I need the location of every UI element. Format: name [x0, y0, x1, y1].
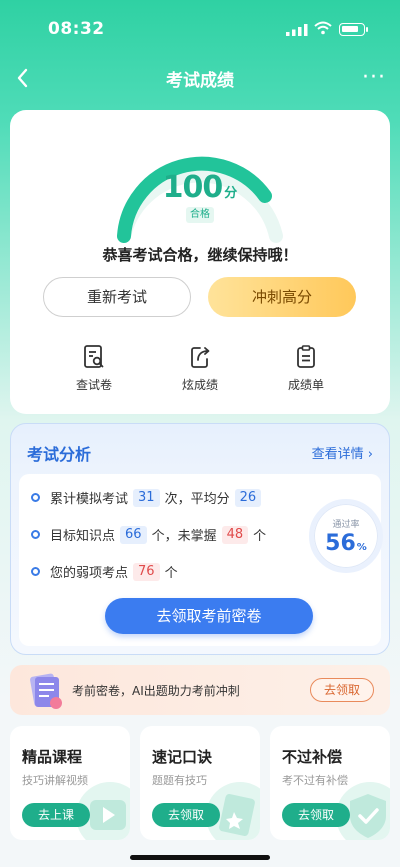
row-text: 您的弱项考点 [50, 566, 129, 581]
promo-text: 考前密卷，AI出题助力考前冲刺 [72, 684, 240, 698]
row-text: 次，平均分 [164, 492, 230, 507]
exam-paper-icon [30, 673, 62, 709]
sprint-high-score-button[interactable]: 冲刺高分 [208, 277, 356, 317]
home-indicator [130, 855, 270, 860]
attend-class-button[interactable]: 去上课 [22, 803, 90, 827]
view-paper-action[interactable]: 查试卷 [54, 344, 134, 393]
feature-card-compensation[interactable]: 不过补偿 考不过有补偿 去领取 [270, 726, 390, 840]
more-icon[interactable]: ··· [360, 64, 388, 92]
claim-mnemonics-button[interactable]: 去领取 [152, 803, 220, 827]
view-details-link[interactable]: 查看详情 › [312, 443, 373, 462]
share-icon [191, 347, 210, 368]
clipboard-icon [297, 345, 315, 368]
feature-card-courses[interactable]: 精品课程 技巧讲解视频 去上课 [10, 726, 130, 840]
feature-title: 速记口诀 [152, 748, 213, 766]
weak-point-row: 您的弱项考点 76 个 [31, 562, 178, 581]
view-paper-label: 查试卷 [75, 378, 112, 392]
exam-analysis-card: 考试分析 查看详情 › 累计模拟考试 31 次，平均分 26 目标知识点 66 … [10, 423, 390, 655]
congrats-message: 恭喜考试合格，继续保持哦！ [102, 246, 298, 264]
feature-title: 不过补偿 [282, 748, 343, 766]
average-score: 26 [234, 488, 262, 507]
bullet-icon [31, 493, 40, 502]
nav-bar: 考试成绩 ··· [0, 58, 400, 98]
analysis-panel: 累计模拟考试 31 次，平均分 26 目标知识点 66 个，未掌握 48 个 您… [19, 474, 383, 646]
feature-subtitle: 题题有技巧 [152, 774, 207, 787]
claim-compensation-button[interactable]: 去领取 [282, 803, 350, 827]
bullet-icon [31, 530, 40, 539]
target-point-count: 66 [120, 525, 147, 544]
mock-exam-count: 31 [133, 488, 160, 507]
pass-rate-circle: 通过率 56% [309, 499, 383, 573]
row-text: 个 [164, 566, 178, 581]
share-score-action[interactable]: 炫成绩 [160, 344, 240, 393]
weak-point-count: 76 [133, 562, 160, 581]
row-text: 累计模拟考试 [50, 492, 129, 507]
score-card: 100 分 合格 恭喜考试合格，继续保持哦！ 重新考试 冲刺高分 查试卷 炫成绩 … [10, 110, 390, 414]
row-text: 目标知识点 [50, 529, 116, 544]
status-time: 08:32 [48, 19, 105, 39]
pass-rate-label: 通过率 [332, 520, 360, 530]
chevron-right-icon: › [367, 447, 373, 462]
pass-badge: 合格 [186, 207, 214, 223]
score-report-label: 成绩单 [287, 378, 324, 392]
page-title: 考试成绩 [166, 71, 234, 91]
feature-card-mnemonics[interactable]: 速记口诀 题题有技巧 去领取 [140, 726, 260, 840]
signal-icon [286, 24, 308, 36]
retry-exam-button[interactable]: 重新考试 [43, 277, 191, 317]
score-unit: 分 [224, 186, 238, 201]
score-report-action[interactable]: 成绩单 [266, 344, 346, 393]
battery-icon [339, 23, 368, 36]
feature-title: 精品课程 [22, 748, 83, 766]
pass-rate-value: 56% [314, 531, 378, 556]
document-search-icon [84, 345, 104, 368]
row-text: 个 [253, 529, 267, 544]
mock-exam-row: 累计模拟考试 31 次，平均分 26 [31, 488, 266, 507]
view-details-label: 查看详情 [311, 447, 364, 462]
promo-banner[interactable]: 考前密卷，AI出题助力考前冲刺 去领取 [10, 665, 390, 715]
status-bar: 08:32 [0, 0, 400, 58]
pass-rate-unit: % [356, 542, 367, 553]
promo-claim-button[interactable]: 去领取 [310, 678, 374, 702]
score-value: 100 分 [10, 170, 390, 205]
analysis-title: 考试分析 [27, 445, 92, 464]
pass-rate-number: 56 [325, 531, 356, 556]
unmastered-count: 48 [221, 525, 249, 544]
bullet-icon [31, 567, 40, 576]
share-score-label: 炫成绩 [181, 378, 218, 392]
wifi-icon [314, 21, 332, 35]
row-text: 个，未掌握 [151, 529, 217, 544]
get-secret-paper-button[interactable]: 去领取考前密卷 [105, 598, 313, 634]
score-number: 100 [162, 170, 224, 205]
knowledge-point-row: 目标知识点 66 个，未掌握 48 个 [31, 525, 266, 544]
